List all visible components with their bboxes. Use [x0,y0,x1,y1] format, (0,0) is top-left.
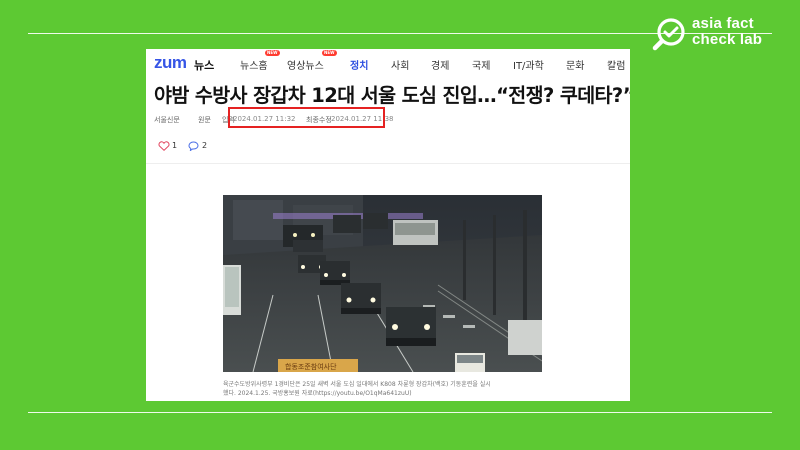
nav-item-it-science[interactable]: IT/과학 [513,57,544,72]
section-divider [146,163,630,164]
nav-item-politics[interactable]: 정치 [350,57,368,72]
nav-item-international[interactable]: 국제 [472,57,490,72]
site-nav-bar: zum 뉴스 뉴스홈 NEW 영상뉴스 NEW 정치 사회 경제 국제 IT/과… [146,49,630,77]
magnifier-check-icon [652,18,685,51]
comment-count: 2 [202,141,208,150]
zum-logo[interactable]: zum [154,53,187,73]
nav-item-economy[interactable]: 경제 [431,57,449,72]
nav-item-society[interactable]: 사회 [391,57,409,72]
article-headline: 야밤 수방사 장갑차 12대 서울 도심 진입…“전쟁? 쿠데타?” 〈 [154,84,630,107]
nav-item-column[interactable]: 칼럼 [607,57,625,72]
asia-fact-check-lab-logo: asia fact check lab [652,14,782,54]
heart-icon[interactable] [158,141,170,151]
brand-text: asia fact check lab [692,16,762,48]
comment-icon[interactable] [188,141,199,151]
caption-line-1: 육군수도방위사령부 1경비단은 25일 새벽 서울 도심 일대에서 K808 차… [223,381,491,388]
news-article-screenshot: zum 뉴스 뉴스홈 NEW 영상뉴스 NEW 정치 사회 경제 국제 IT/과… [146,49,630,401]
caption-line-2: 했다. 2024.1.25. 국방홍보원 자료(https://youtu.be… [223,390,412,397]
brand-line-2: check lab [692,31,763,48]
news-section-label[interactable]: 뉴스 [194,57,214,73]
photo-road-sign-text: 합동조준참여사단 [285,362,337,371]
new-badge: NEW [322,50,337,56]
nav-item-culture[interactable]: 문화 [566,57,584,72]
photo-caption: 육군수도방위사령부 1경비단은 25일 새벽 서울 도심 일대에서 K808 차… [223,380,553,398]
brand-line-1: asia fact [692,15,754,32]
new-badge: NEW [265,50,280,56]
original-link[interactable]: 원문 [198,115,211,125]
source-name[interactable]: 서울신문 [154,115,180,125]
nav-item-news-home[interactable]: 뉴스홈 NEW [240,50,280,72]
armored-vehicles-night-photo[interactable]: 합동조준참여사단 [223,195,542,372]
highlight-box [228,107,385,128]
bottom-rule [28,412,772,413]
nav-item-video-news[interactable]: 영상뉴스 NEW [287,50,337,72]
like-count: 1 [172,141,178,150]
